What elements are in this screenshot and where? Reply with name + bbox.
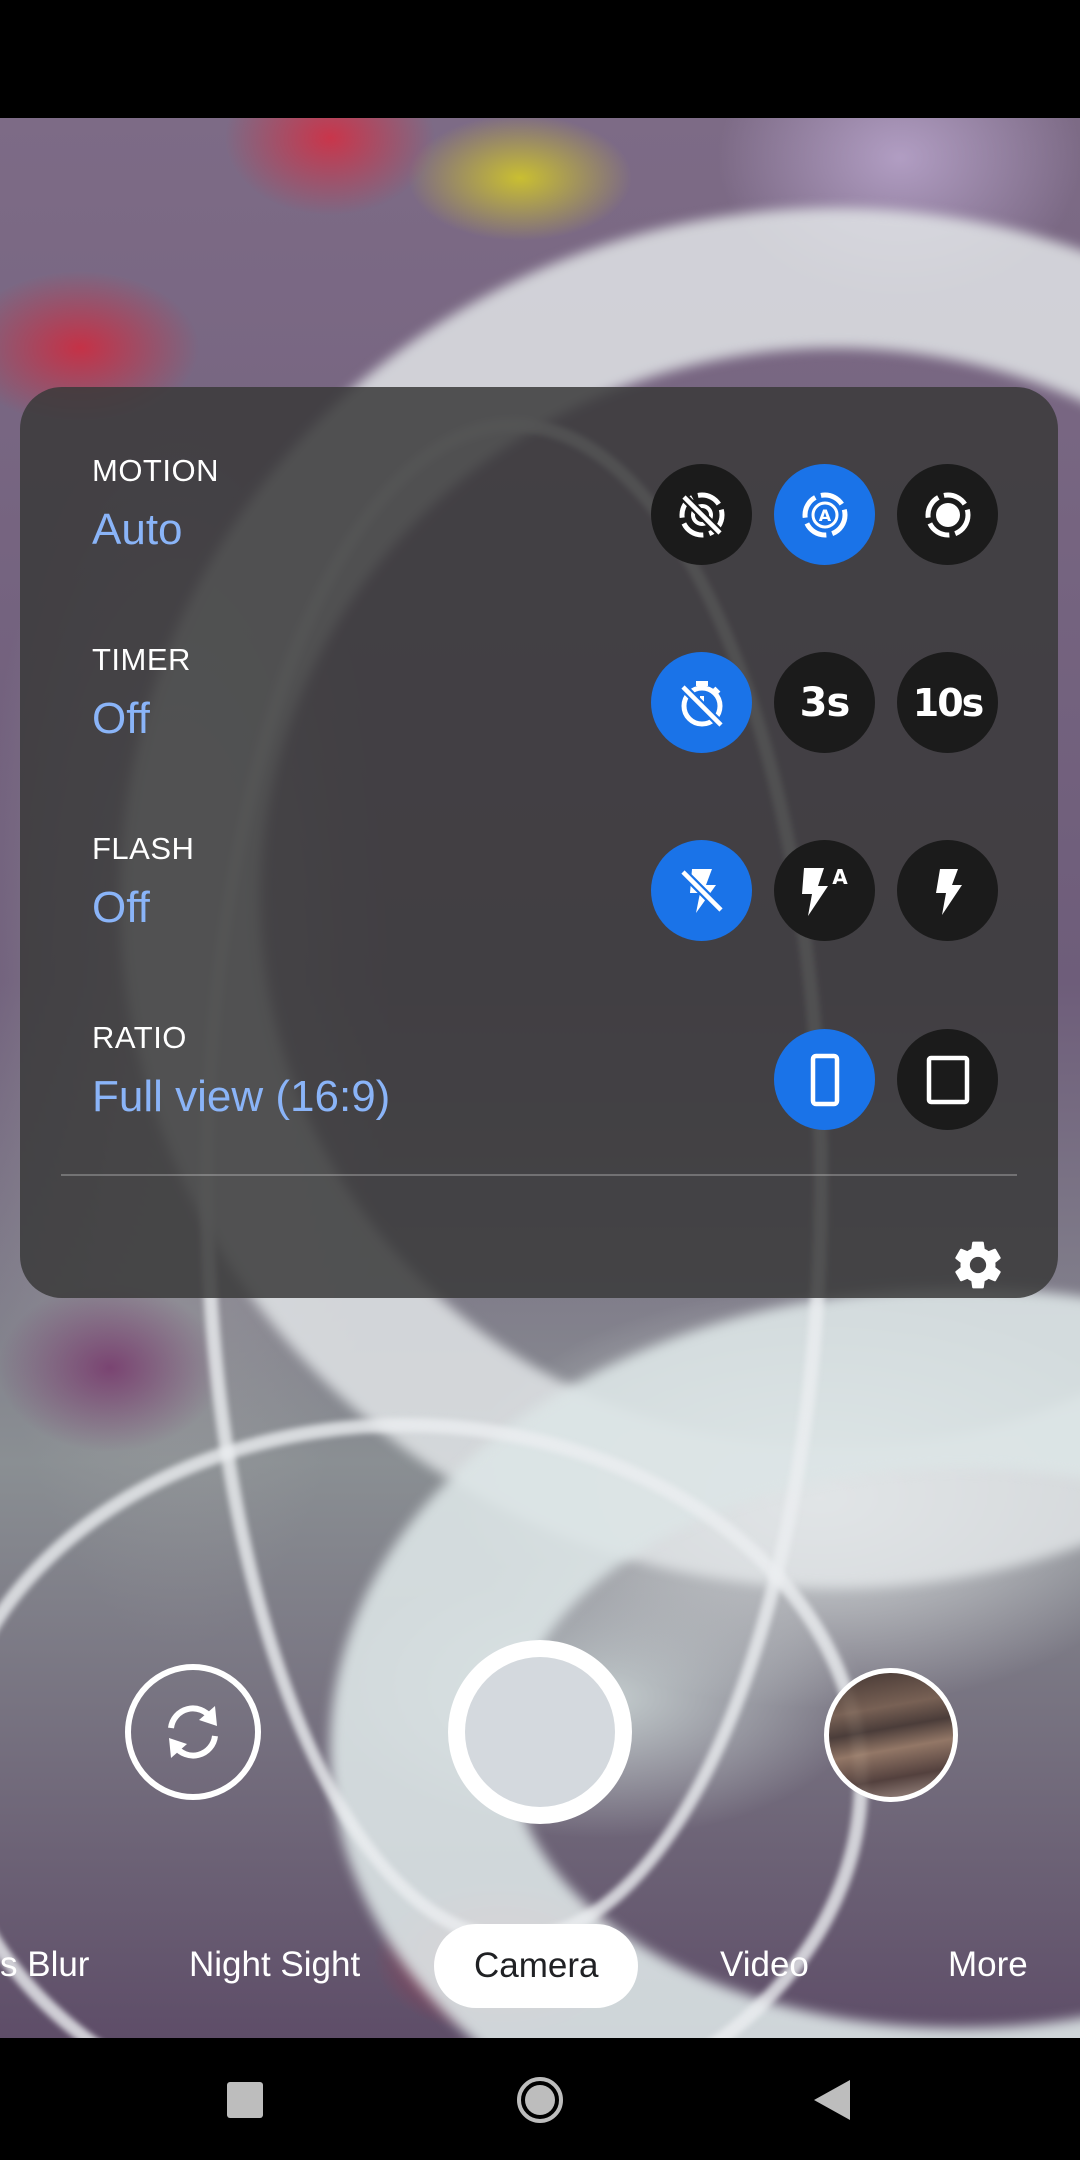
home-icon (517, 2077, 563, 2123)
panel-divider (61, 1174, 1017, 1176)
timer-3s-button[interactable]: 3s (774, 652, 875, 753)
flash-off-button[interactable] (651, 840, 752, 941)
recents-button[interactable] (213, 2068, 277, 2132)
back-button[interactable] (800, 2068, 864, 2132)
back-icon (814, 2080, 850, 2120)
gallery-thumbnail[interactable] (824, 1668, 958, 1802)
shutter-inner (465, 1657, 615, 1807)
timer-options: 3s 10s (651, 652, 998, 753)
timer-setting: TIMER Off (92, 642, 191, 746)
motion-label: MOTION (92, 453, 219, 488)
settings-button[interactable] (926, 1213, 1030, 1317)
flash-auto-icon: A (801, 865, 848, 916)
system-nav-bar (0, 2038, 1080, 2160)
flash-options: A (651, 840, 998, 941)
svg-text:A: A (818, 506, 831, 525)
shutter-button[interactable] (448, 1640, 632, 1824)
motion-off-icon (679, 492, 724, 537)
ratio-label: RATIO (92, 1020, 187, 1055)
flash-on-icon (935, 868, 962, 915)
timer-value: Off (92, 694, 150, 743)
mode-more[interactable]: More (948, 1920, 1028, 2010)
timer-off-icon (679, 680, 724, 728)
ratio-4-3-button[interactable] (897, 1029, 998, 1130)
ratio-options (774, 1029, 998, 1130)
flash-value: Off (92, 883, 150, 932)
recents-icon (227, 2082, 263, 2118)
timer-10s-button[interactable]: 10s (897, 652, 998, 753)
motion-value: Auto (92, 505, 183, 554)
timer-label: TIMER (92, 642, 191, 677)
mode-camera[interactable]: Camera (434, 1924, 639, 2008)
timer-3s-label: 3s (799, 679, 851, 726)
motion-auto-icon: A (802, 492, 847, 537)
ratio-full-button[interactable] (774, 1029, 875, 1130)
ratio-value: Full view (16:9) (92, 1072, 391, 1121)
motion-on-icon (925, 492, 970, 537)
ratio-setting: RATIO Full view (16:9) (92, 1020, 390, 1124)
home-button[interactable] (508, 2068, 572, 2132)
motion-on-button[interactable] (897, 464, 998, 565)
mode-night-sight[interactable]: Night Sight (189, 1920, 360, 2010)
timer-off-button[interactable] (651, 652, 752, 753)
switch-camera-button[interactable] (125, 1664, 261, 1800)
ratio-4-3-icon (926, 1055, 969, 1104)
gear-icon (955, 1241, 1001, 1289)
flip-camera-icon (168, 1705, 218, 1759)
mode-selector: s Blur Night Sight Camera Video More (0, 1920, 1080, 2010)
motion-off-button[interactable] (651, 464, 752, 565)
ratio-full-icon (810, 1053, 839, 1106)
motion-setting: MOTION Auto (92, 453, 219, 557)
flash-off-icon (679, 868, 724, 913)
flash-on-button[interactable] (897, 840, 998, 941)
flash-auto-button[interactable]: A (774, 840, 875, 941)
flash-label: FLASH (92, 831, 195, 866)
svg-text:A: A (832, 865, 848, 889)
timer-10s-label: 10s (912, 680, 984, 725)
status-area (0, 0, 1080, 118)
mode-video[interactable]: Video (720, 1920, 809, 2010)
quick-settings-panel: MOTION Auto A TIMER Off 3s 10s FLASH Off… (20, 387, 1058, 1298)
flash-setting: FLASH Off (92, 831, 194, 935)
motion-auto-button[interactable]: A (774, 464, 875, 565)
mode-portrait[interactable]: s Blur (0, 1920, 89, 2010)
motion-options: A (651, 464, 998, 565)
